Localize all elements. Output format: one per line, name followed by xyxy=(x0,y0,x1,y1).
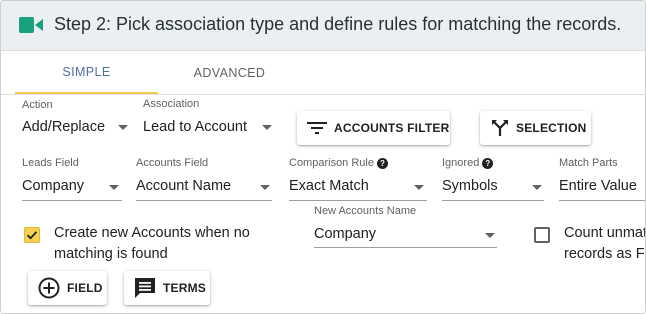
comparison-rule-underline xyxy=(289,200,427,201)
accounts-field-select[interactable]: Accounts Field Account Name xyxy=(136,157,272,201)
leads-field-select[interactable]: Leads Field Company xyxy=(22,157,122,201)
help-icon[interactable]: ? xyxy=(482,157,494,169)
match-parts-select[interactable]: Match Parts Entire Value xyxy=(559,157,645,201)
ignored-underline xyxy=(442,200,544,201)
terms-label: TERMS xyxy=(163,281,206,295)
accounts-field-label: Accounts Field xyxy=(136,157,209,169)
chevron-down-icon xyxy=(532,185,542,190)
terms-button[interactable]: TERMS xyxy=(124,271,210,305)
action-value: Add/Replace xyxy=(22,119,106,135)
create-accounts-text: Create new Accounts when no matching is … xyxy=(54,223,250,265)
count-unmatched-line2: records as Fa xyxy=(564,246,646,262)
tab-advanced[interactable]: ADVANCED xyxy=(158,52,301,94)
chevron-down-icon xyxy=(118,125,128,130)
association-label: Association xyxy=(143,98,200,110)
match-parts-label: Match Parts xyxy=(559,157,618,169)
new-accounts-name-value: Company xyxy=(314,226,377,242)
selection-label: SELECTION xyxy=(516,121,587,135)
ignored-value: Symbols xyxy=(442,178,498,194)
video-camera-icon xyxy=(19,16,43,39)
tab-simple[interactable]: SIMPLE xyxy=(15,52,158,94)
chevron-down-icon xyxy=(485,233,495,238)
new-accounts-name-underline xyxy=(314,247,497,248)
accounts-filter-label: ACCOUNTS FILTER xyxy=(334,121,450,135)
association-value: Lead to Account xyxy=(143,119,247,135)
add-circle-icon xyxy=(38,277,60,299)
action-select[interactable]: Action Add/Replace xyxy=(22,99,130,141)
comparison-rule-value: Exact Match xyxy=(289,178,369,194)
step-panel: Step 2: Pick association type and define… xyxy=(0,0,646,314)
step-title: Step 2: Pick association type and define… xyxy=(54,14,622,34)
accounts-filter-button[interactable]: ACCOUNTS FILTER xyxy=(297,111,450,145)
count-unmatched-text: Count unmat records as Fa xyxy=(564,223,646,265)
merge-icon xyxy=(491,119,509,137)
comparison-rule-label-text: Comparison Rule xyxy=(289,157,374,169)
count-unmatched-checkbox[interactable] xyxy=(534,227,550,243)
new-accounts-name-label: New Accounts Name xyxy=(314,205,417,217)
leads-field-underline xyxy=(22,200,122,201)
accounts-field-underline xyxy=(136,200,272,201)
selection-button[interactable]: SELECTION xyxy=(480,111,591,145)
ignored-label: Ignored ? xyxy=(442,157,494,169)
leads-field-label: Leads Field xyxy=(22,157,79,169)
comment-icon xyxy=(134,277,156,299)
new-accounts-name-select[interactable]: New Accounts Name Company xyxy=(314,205,497,249)
chevron-down-icon xyxy=(262,125,272,130)
chevron-down-icon xyxy=(260,185,270,190)
tab-bar: SIMPLE ADVANCED xyxy=(1,52,645,95)
create-accounts-line1: Create new Accounts when no xyxy=(54,225,250,241)
chevron-down-icon xyxy=(414,185,424,190)
add-field-label: FIELD xyxy=(67,281,103,295)
count-unmatched-line1: Count unmat xyxy=(564,225,646,241)
comparison-rule-label: Comparison Rule ? xyxy=(289,157,388,169)
match-parts-value: Entire Value xyxy=(559,178,637,194)
match-parts-underline xyxy=(559,200,645,201)
ignored-label-text: Ignored xyxy=(442,157,480,169)
comparison-rule-select[interactable]: Comparison Rule ? Exact Match xyxy=(289,157,427,201)
filter-icon xyxy=(307,120,327,136)
step-header: Step 2: Pick association type and define… xyxy=(1,1,645,51)
action-label: Action xyxy=(22,99,53,111)
association-select[interactable]: Association Lead to Account xyxy=(143,98,275,140)
create-accounts-line2: matching is found xyxy=(54,246,168,262)
chevron-down-icon xyxy=(109,185,119,190)
add-field-button[interactable]: FIELD xyxy=(28,271,107,305)
checkmark-icon xyxy=(26,231,38,240)
create-accounts-checkbox[interactable] xyxy=(24,227,40,243)
accounts-field-value: Account Name xyxy=(136,178,232,194)
ignored-select[interactable]: Ignored ? Symbols xyxy=(442,157,544,201)
leads-field-value: Company xyxy=(22,178,85,194)
help-icon[interactable]: ? xyxy=(376,157,388,169)
